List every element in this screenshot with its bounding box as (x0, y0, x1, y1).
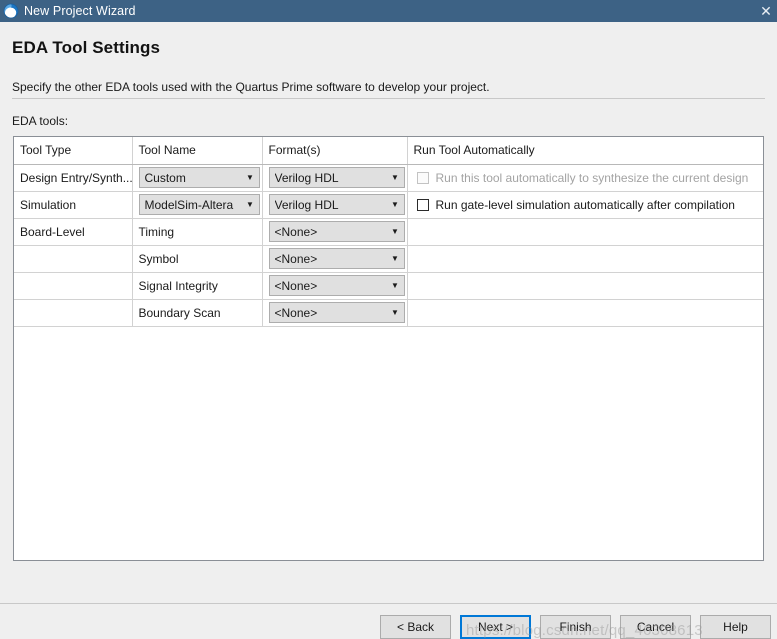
close-icon[interactable]: ✕ (753, 0, 777, 22)
window-titlebar: New Project Wizard ✕ (0, 0, 777, 22)
table-row[interactable]: Design Entry/Synth... Custom ▼ Verilog HDL ▼… (14, 164, 764, 192)
column-header-tool-name[interactable]: Tool Name (132, 137, 263, 165)
chevron-down-icon[interactable]: ▼ (387, 200, 404, 209)
eda-tools-table-container: Tool Type Tool Name Format(s) Run Tool A… (13, 136, 764, 561)
chevron-down-icon[interactable]: ▼ (242, 200, 259, 209)
format-dropdown-value: <None> (274, 251, 318, 266)
tool-name-dropdown-cell: ModelSim-Altera ▼ (132, 191, 263, 219)
column-header-tool-type[interactable]: Tool Type (14, 137, 133, 165)
format-dropdown[interactable]: <None> ▼ (268, 302, 405, 323)
table-row[interactable]: Boundary Scan <None> ▼ (14, 299, 763, 327)
header-separator (12, 98, 765, 99)
format-dropdown-value: Verilog HDL (274, 170, 339, 185)
cell-tool-type: Board-Level (14, 218, 133, 246)
button-help[interactable]: Help (700, 615, 771, 639)
chevron-down-icon[interactable]: ▼ (387, 173, 404, 182)
cell-tool-type: Design Entry/Synth... (14, 164, 133, 192)
column-header-run-tool-automatically[interactable]: Run Tool Automatically (407, 137, 763, 165)
table-body: Design Entry/Synth... Custom ▼ Verilog HDL ▼… (14, 164, 764, 327)
format-dropdown-value: <None> (274, 224, 318, 239)
button-next[interactable]: Next > (460, 615, 531, 639)
page-description: Specify the other EDA tools used with th… (12, 80, 490, 94)
format-dropdown-value: Verilog HDL (274, 197, 339, 212)
format-dropdown-cell: Verilog HDL ▼ (262, 164, 408, 192)
format-dropdown[interactable]: Verilog HDL ▼ (268, 194, 405, 215)
run-automatically-label: Run this tool automatically to synthesiz… (435, 170, 749, 185)
format-dropdown[interactable]: <None> ▼ (268, 248, 405, 269)
cell-tool-type (14, 272, 133, 300)
format-dropdown-value: <None> (274, 305, 318, 320)
format-dropdown[interactable]: <None> ▼ (268, 275, 405, 296)
format-dropdown[interactable]: <None> ▼ (268, 221, 405, 242)
dialog-body: EDA Tool Settings Specify the other EDA … (0, 22, 777, 639)
chevron-down-icon[interactable]: ▼ (387, 254, 404, 263)
cell-tool-name: Signal Integrity (132, 272, 263, 300)
cell-run-tool-automatically: Run gate-level simulation automatically … (407, 191, 764, 219)
cell-run-tool-automatically (407, 218, 763, 246)
tool-name-dropdown-cell: Custom ▼ (132, 164, 263, 192)
format-dropdown[interactable]: Verilog HDL ▼ (268, 167, 405, 188)
run-automatically-checkbox[interactable] (416, 198, 429, 211)
tool-name-dropdown-value: Custom (144, 170, 186, 185)
tool-name-dropdown-value: ModelSim-Altera (144, 197, 234, 212)
cell-tool-type: Simulation (14, 191, 133, 219)
chevron-down-icon[interactable]: ▼ (387, 308, 404, 317)
format-dropdown-cell: <None> ▼ (262, 218, 408, 246)
format-dropdown-cell: <None> ▼ (262, 245, 408, 273)
cell-tool-name: Timing (132, 218, 263, 246)
cell-run-tool-automatically: Run this tool automatically to synthesiz… (407, 164, 764, 192)
format-dropdown-cell: <None> ▼ (262, 272, 408, 300)
quartus-logo-icon (3, 3, 19, 19)
format-dropdown-cell: Verilog HDL ▼ (262, 191, 408, 219)
page-title: EDA Tool Settings (12, 38, 161, 57)
table-row[interactable]: Symbol <None> ▼ (14, 245, 763, 273)
chevron-down-icon[interactable]: ▼ (387, 281, 404, 290)
table-header-row: Tool Type Tool Name Format(s) Run Tool A… (14, 137, 763, 165)
tool-name-dropdown[interactable]: Custom ▼ (138, 167, 260, 188)
chevron-down-icon[interactable]: ▼ (387, 227, 404, 236)
run-automatically-label[interactable]: Run gate-level simulation automatically … (436, 198, 735, 212)
dialog-button-bar: < Back Next > Finish Cancel Help (380, 615, 771, 639)
format-dropdown-value: <None> (274, 278, 318, 293)
table-row[interactable]: Signal Integrity <None> ▼ (14, 272, 763, 300)
cell-run-tool-automatically (407, 299, 763, 327)
cell-run-tool-automatically (407, 245, 763, 273)
eda-tools-table: Tool Type Tool Name Format(s) Run Tool A… (14, 137, 763, 327)
table-header: Tool Type Tool Name Format(s) Run Tool A… (14, 137, 763, 165)
cell-tool-type (14, 245, 133, 273)
run-automatically-checkbox-row: Run gate-level simulation automatically … (414, 192, 764, 218)
window-title: New Project Wizard (24, 4, 136, 18)
format-dropdown-cell: <None> ▼ (262, 299, 408, 327)
cell-tool-name: Boundary Scan (132, 299, 263, 327)
eda-tools-label: EDA tools: (12, 114, 69, 128)
cell-run-tool-automatically (407, 272, 763, 300)
cell-tool-type (14, 299, 133, 327)
button-back[interactable]: < Back (380, 615, 451, 639)
table-row[interactable]: Board-Level Timing <None> ▼ (14, 218, 763, 246)
chevron-down-icon[interactable]: ▼ (242, 173, 259, 182)
button-finish[interactable]: Finish (540, 615, 611, 639)
tool-name-dropdown[interactable]: ModelSim-Altera ▼ (138, 194, 260, 215)
button-cancel[interactable]: Cancel (620, 615, 691, 639)
run-automatically-checkbox (416, 171, 429, 184)
footer-separator (0, 603, 777, 604)
run-automatically-checkbox-row: Run this tool automatically to synthesiz… (414, 165, 764, 191)
table-row[interactable]: Simulation ModelSim-Altera ▼ Verilog HDL ▼ Ru… (14, 191, 764, 219)
column-header-formats[interactable]: Format(s) (262, 137, 408, 165)
cell-tool-name: Symbol (132, 245, 263, 273)
